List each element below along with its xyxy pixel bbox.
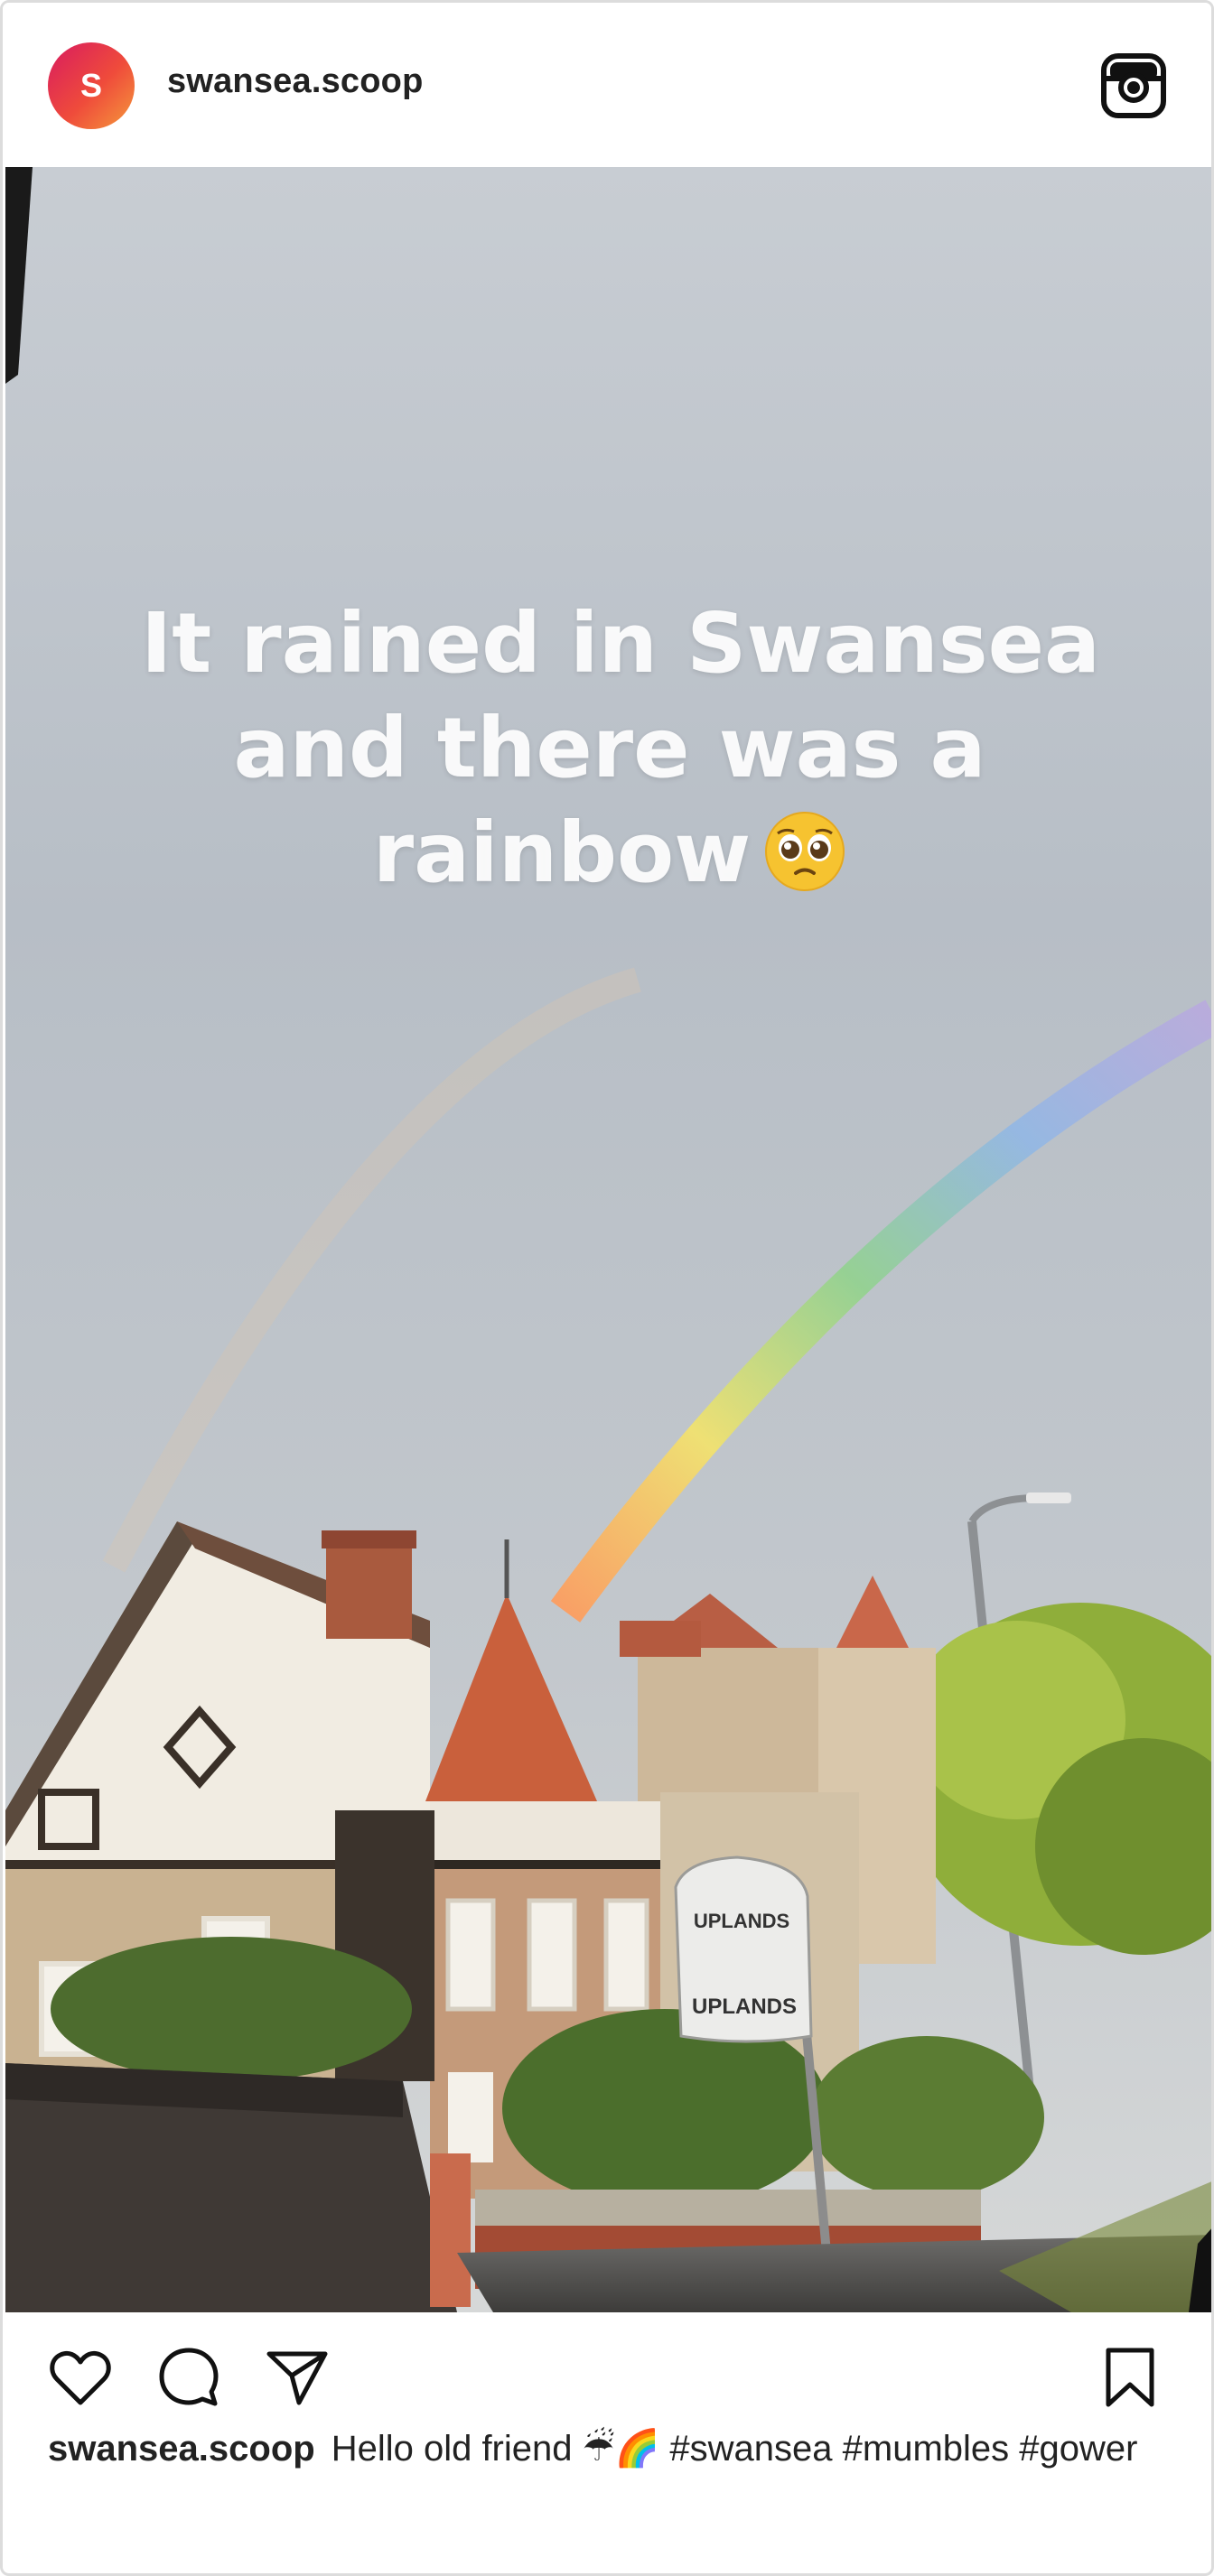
- sign-text-top: UPLANDS: [694, 1910, 789, 1932]
- avatar[interactable]: S: [48, 42, 135, 129]
- post-card: S swansea.scoop UPLANDS UPLANDS It raine…: [0, 0, 1214, 2576]
- hashtag-mumbles[interactable]: #mumbles: [843, 2429, 1010, 2469]
- hashtag-gower[interactable]: #gower: [1019, 2429, 1137, 2469]
- paper-plane-icon[interactable]: [265, 2345, 330, 2410]
- hashtag-swansea[interactable]: #swansea: [669, 2429, 832, 2469]
- sign-text-bottom: UPLANDS: [692, 1995, 797, 2019]
- post-caption: swansea.scoop Hello old friend ☔🌈 #swanse…: [48, 2423, 1159, 2475]
- overlay-line-1: It rained in Swansea: [141, 595, 1101, 692]
- overlay-caption: It rained in Swansea and there was a rai…: [5, 591, 1211, 906]
- post-photo: UPLANDS UPLANDS: [5, 167, 1211, 2312]
- caption-username[interactable]: swansea.scoop: [48, 2429, 315, 2469]
- pleading-face-emoji-icon: [763, 810, 846, 893]
- post-media[interactable]: UPLANDS UPLANDS It rained in Swansea and…: [5, 167, 1211, 2312]
- overlay-line-3: rainbow: [372, 804, 752, 901]
- caption-text: Hello old friend ☔🌈: [331, 2429, 660, 2469]
- heart-icon[interactable]: [48, 2345, 113, 2410]
- instagram-icon[interactable]: [1099, 51, 1168, 120]
- speech-bubble-icon[interactable]: [156, 2345, 221, 2410]
- post-header: S swansea.scoop: [3, 3, 1211, 167]
- bookmark-icon[interactable]: [1097, 2345, 1163, 2410]
- action-bar: [3, 2312, 1211, 2430]
- post-username[interactable]: swansea.scoop: [167, 62, 424, 101]
- overlay-line-2: and there was a: [233, 700, 986, 796]
